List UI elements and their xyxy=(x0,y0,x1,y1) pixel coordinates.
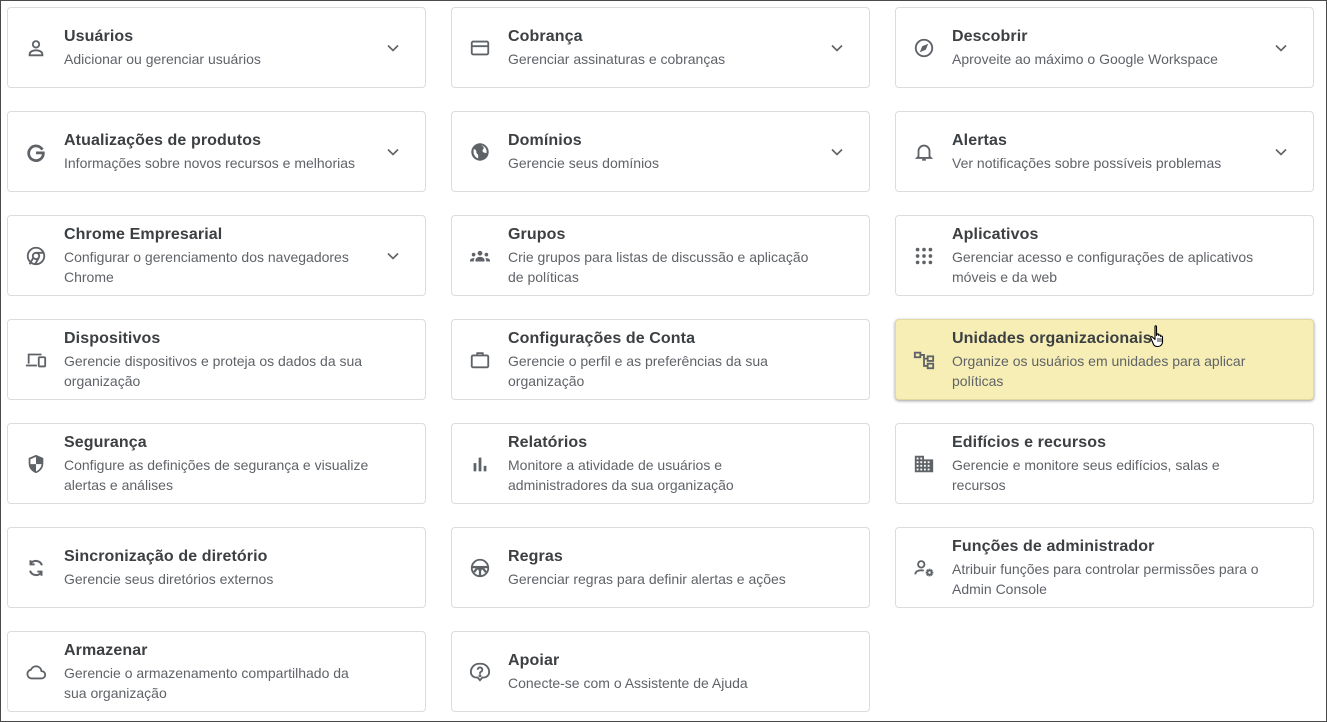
chevron-down-icon[interactable] xyxy=(383,246,403,266)
card-title: Aplicativos xyxy=(952,225,1039,243)
card-title: Unidades organizacionais xyxy=(952,329,1152,347)
card-chrome[interactable]: Chrome Empresarial Configurar o gerencia… xyxy=(7,215,426,296)
card-title: Configurações de Conta xyxy=(508,329,696,347)
card-descobrir[interactable]: Descobrir Aproveite ao máximo o Google W… xyxy=(895,7,1314,88)
cloud-icon xyxy=(24,660,48,684)
card-title: Usuários xyxy=(64,27,134,45)
card-description: Organize os usuários em unidades para ap… xyxy=(952,352,1246,389)
card-dispositivos[interactable]: Dispositivos Gerencie dispositivos e pro… xyxy=(7,319,426,400)
card-description: Monitore a atividade de usuários e admin… xyxy=(508,456,734,493)
credit-card-icon xyxy=(468,36,492,60)
card-title: Grupos xyxy=(508,225,566,243)
compass-icon xyxy=(912,36,936,60)
card-apoiar[interactable]: Apoiar Conecte-se com o Assistente de Aj… xyxy=(451,631,870,712)
card-title: Funções de administrador xyxy=(952,537,1155,555)
card-title: Domínios xyxy=(508,131,582,149)
card-title: Alertas xyxy=(952,131,1007,149)
card-conta[interactable]: Configurações de Conta Gerencie o perfil… xyxy=(451,319,870,400)
card-title: Segurança xyxy=(64,433,147,451)
card-description: Gerencie o perfil e as preferências da s… xyxy=(508,352,768,389)
card-title: Atualizações de produtos xyxy=(64,131,262,149)
admin-roles-icon xyxy=(912,556,936,580)
org-units-icon xyxy=(912,348,936,372)
card-description: Aproveite ao máximo o Google Workspace xyxy=(952,50,1218,67)
card-cobranca[interactable]: Cobrança Gerenciar assinaturas e cobranç… xyxy=(451,7,870,88)
card-dominios[interactable]: Domínios Gerencie seus domínios xyxy=(451,111,870,192)
card-relatorios[interactable]: Relatórios Monitore a atividade de usuár… xyxy=(451,423,870,504)
groups-icon xyxy=(468,244,492,268)
card-description: Gerencie seus diretórios externos xyxy=(64,570,274,587)
card-unidades[interactable]: Unidades organizacionais Organize os usu… xyxy=(895,319,1314,400)
card-title: Relatórios xyxy=(508,433,588,451)
card-description: Configure as definições de segurança e v… xyxy=(64,456,369,493)
card-seguranca[interactable]: Segurança Configure as definições de seg… xyxy=(7,423,426,504)
chevron-down-icon[interactable] xyxy=(383,38,403,58)
card-description: Gerenciar acesso e configurações de apli… xyxy=(952,248,1254,285)
card-description: Ver notificações sobre possíveis problem… xyxy=(952,154,1222,171)
card-description: Conecte-se com o Assistente de Ajuda xyxy=(508,674,748,691)
google-g-icon xyxy=(24,140,48,164)
card-usuarios[interactable]: Usuários Adicionar ou gerenciar usuários xyxy=(7,7,426,88)
card-description: Gerencie e monitore seus edifícios, sala… xyxy=(952,456,1220,493)
card-description: Informações sobre novos recursos e melho… xyxy=(64,154,356,171)
briefcase-icon xyxy=(468,348,492,372)
card-title: Apoiar xyxy=(508,651,560,669)
shield-icon xyxy=(24,452,48,476)
card-description: Gerencie seus domínios xyxy=(508,154,659,171)
building-icon xyxy=(912,452,936,476)
apps-grid-icon xyxy=(912,244,936,268)
card-regras[interactable]: Regras Gerenciar regras para definir ale… xyxy=(451,527,870,608)
card-description: Gerenciar assinaturas e cobranças xyxy=(508,50,726,67)
card-edificios[interactable]: Edifícios e recursos Gerencie e monitore… xyxy=(895,423,1314,504)
steering-wheel-icon xyxy=(468,556,492,580)
card-description: Gerencie dispositivos e proteja os dados… xyxy=(64,352,363,389)
chevron-down-icon[interactable] xyxy=(1271,142,1291,162)
chrome-icon xyxy=(24,244,48,268)
sync-icon xyxy=(24,556,48,580)
card-atualizacoes[interactable]: Atualizações de produtos Informações sob… xyxy=(7,111,426,192)
bar-chart-icon xyxy=(468,452,492,476)
card-title: Dispositivos xyxy=(64,329,161,347)
bell-icon xyxy=(912,140,936,164)
card-title: Regras xyxy=(508,547,563,565)
card-title: Cobrança xyxy=(508,27,583,45)
chevron-down-icon[interactable] xyxy=(827,142,847,162)
chevron-down-icon[interactable] xyxy=(1271,38,1291,58)
globe-icon xyxy=(468,140,492,164)
card-funcoes[interactable]: Funções de administrador Atribuir funçõe… xyxy=(895,527,1314,608)
card-aplicativos[interactable]: Aplicativos Gerenciar acesso e configura… xyxy=(895,215,1314,296)
chevron-down-icon[interactable] xyxy=(827,38,847,58)
person-icon xyxy=(24,36,48,60)
card-title: Sincronização de diretório xyxy=(64,547,268,565)
card-description: Configurar o gerenciamento dos navegador… xyxy=(64,248,349,285)
card-title: Edifícios e recursos xyxy=(952,433,1107,451)
card-description: Crie grupos para listas de discussão e a… xyxy=(508,248,809,285)
devices-icon xyxy=(24,348,48,372)
help-icon xyxy=(468,660,492,684)
chevron-down-icon[interactable] xyxy=(383,142,403,162)
card-grupos[interactable]: Grupos Crie grupos para listas de discus… xyxy=(451,215,870,296)
card-description: Atribuir funções para controlar permissõ… xyxy=(952,560,1259,597)
card-description: Gerencie o armazenamento compartilhado d… xyxy=(64,664,349,701)
card-sincronizacao[interactable]: Sincronização de diretório Gerencie seus… xyxy=(7,527,426,608)
card-title: Descobrir xyxy=(952,27,1028,45)
card-description: Gerenciar regras para definir alertas e … xyxy=(508,570,786,587)
card-title: Armazenar xyxy=(64,641,148,659)
card-armazenar[interactable]: Armazenar Gerencie o armazenamento compa… xyxy=(7,631,426,712)
card-alertas[interactable]: Alertas Ver notificações sobre possíveis… xyxy=(895,111,1314,192)
card-description: Adicionar ou gerenciar usuários xyxy=(64,50,261,67)
card-title: Chrome Empresarial xyxy=(64,225,223,243)
hand-cursor-icon xyxy=(1150,325,1164,348)
